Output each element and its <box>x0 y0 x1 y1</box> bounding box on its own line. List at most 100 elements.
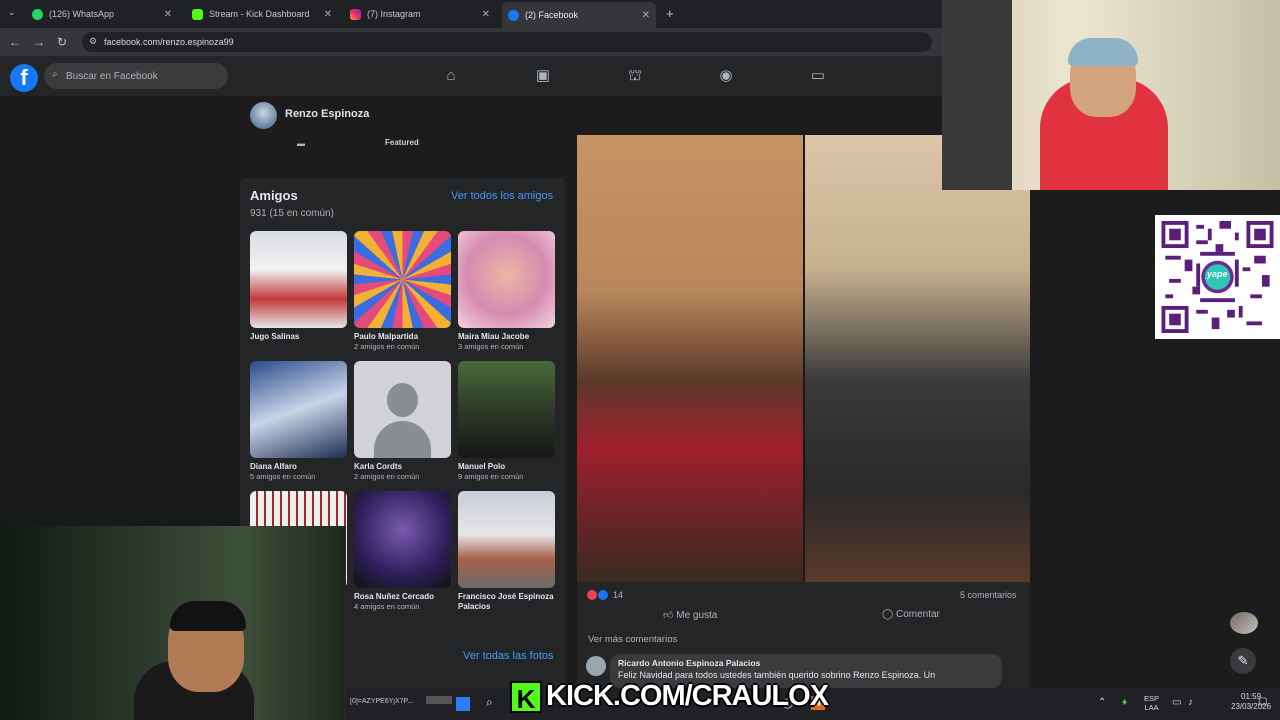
tab-kick[interactable]: Stream - Kick Dashboard ✕ <box>186 4 338 24</box>
contact-avatar[interactable] <box>1230 612 1258 634</box>
tab-list-icon[interactable]: ⌄ <box>8 7 16 18</box>
gaming-icon[interactable]: ▭ <box>809 67 827 85</box>
home-icon[interactable]: ⌂ <box>442 67 460 85</box>
friend-mutual: 2 amigos en común <box>354 342 420 351</box>
tab-label: (2) Facebook <box>525 10 579 20</box>
friend-photo[interactable] <box>354 491 451 588</box>
see-all-friends-link[interactable]: Ver todos los amigos <box>451 190 553 202</box>
friend-mutual: 9 amigos en común <box>458 472 524 481</box>
friend-card[interactable]: Karla Cordts 2 amigos en común <box>354 361 451 482</box>
windows-start-icon[interactable] <box>456 697 470 711</box>
profile-avatar[interactable] <box>250 102 277 129</box>
friend-photo[interactable] <box>250 231 347 328</box>
see-all-photos-link[interactable]: Ver todas las fotos <box>463 650 554 662</box>
instagram-icon <box>350 8 361 20</box>
post-photo[interactable] <box>577 135 1030 582</box>
marketplace-icon[interactable]: ⛫ <box>626 67 644 85</box>
close-tab-icon[interactable]: ✕ <box>642 10 650 21</box>
network-icon[interactable]: ▭ <box>1172 697 1181 708</box>
friend-mutual: 5 amigos en común <box>250 472 316 481</box>
kick-channel-banner: KICK.COM/CRAULOX <box>546 680 829 712</box>
browser-tab-bar: ⌄ (126) WhatsApp ✕ Stream - Kick Dashboa… <box>0 0 942 28</box>
clipboard-box <box>426 696 452 704</box>
more-comments-link[interactable]: Ver más comentarios <box>588 634 677 645</box>
friend-card[interactable]: Paulo Malpartida 2 amigos en común <box>354 231 451 352</box>
friend-name[interactable]: Jugo Salinas <box>250 332 347 342</box>
comments-count[interactable]: 5 comentarios <box>960 590 1017 600</box>
search-icon[interactable]: ⌕ <box>486 695 493 710</box>
featured-tab[interactable]: Featured <box>385 138 419 147</box>
friend-photo[interactable] <box>354 231 451 328</box>
url-text: facebook.com/renzo.espinoza99 <box>104 37 234 47</box>
comment-icon: ◯ <box>882 609 894 620</box>
friend-name[interactable]: Rosa Nuñez Cercado <box>354 592 451 602</box>
comment-button[interactable]: ◯ Comentar <box>882 609 940 620</box>
commenter-avatar[interactable] <box>586 656 606 676</box>
tab-facebook[interactable]: (2) Facebook ✕ <box>502 2 656 28</box>
forward-icon[interactable]: → <box>33 35 45 49</box>
facebook-logo[interactable]: f <box>10 64 38 92</box>
tray-chevron-icon[interactable]: ⌃ <box>1098 697 1106 708</box>
tab-instagram[interactable]: (7) Instagram ✕ <box>344 4 496 24</box>
back-icon[interactable]: ← <box>9 35 21 49</box>
friend-photo[interactable] <box>458 231 555 328</box>
close-tab-icon[interactable]: ✕ <box>482 9 490 20</box>
friend-card[interactable]: Diana Alfaro 5 amigos en común <box>250 361 347 482</box>
address-bar: ← → ↻ ⚙ facebook.com/renzo.espinoza99 <box>0 28 942 56</box>
new-message-icon[interactable]: ✎ <box>1230 648 1256 674</box>
facebook-icon <box>508 9 519 21</box>
search-placeholder: Buscar en Facebook <box>66 70 158 82</box>
person-cap <box>170 601 246 631</box>
lang-sub: LAA <box>1144 703 1159 712</box>
friends-count: 931 (15 en común) <box>250 208 334 219</box>
whatsapp-icon <box>32 8 43 20</box>
friend-card[interactable]: Francisco José Espinoza Palacios <box>458 491 555 612</box>
friend-mutual: 4 amigos en común <box>354 602 420 611</box>
friend-mutual: 2 amigos en común <box>354 472 420 481</box>
friend-name[interactable]: Manuel Polo <box>458 462 555 472</box>
groups-icon[interactable]: ◉ <box>717 67 735 85</box>
comment-author[interactable]: Ricardo Antonio Espinoza Palacios <box>618 658 760 668</box>
reaction-count[interactable]: 14 <box>613 590 623 600</box>
video-icon[interactable]: ▣ <box>534 67 552 85</box>
friend-photo[interactable] <box>458 361 555 458</box>
volume-icon[interactable]: ♪ <box>1188 697 1193 708</box>
friend-name[interactable]: Paulo Malpartida <box>354 332 451 342</box>
tab-label: (7) Instagram <box>367 9 421 19</box>
new-tab-icon[interactable]: + <box>666 6 674 21</box>
reload-icon[interactable]: ↻ <box>57 35 67 49</box>
kick-icon <box>192 8 203 20</box>
post-photo-left <box>577 135 803 582</box>
friend-name[interactable]: Karla Cordts <box>354 462 451 472</box>
default-avatar-icon[interactable] <box>354 361 451 458</box>
friend-name[interactable]: Francisco José Espinoza Palacios <box>458 592 555 612</box>
mic-icon[interactable]: ♦ <box>1122 697 1127 708</box>
like-reaction-icon <box>598 590 608 600</box>
notification-icon[interactable]: ▢ <box>1258 696 1267 707</box>
options-icon[interactable]: ▬ <box>297 139 305 148</box>
url-field[interactable]: ⚙ facebook.com/renzo.espinoza99 <box>82 32 932 52</box>
friend-card[interactable]: Rosa Nuñez Cercado 4 amigos en común <box>354 491 451 612</box>
site-info-icon[interactable]: ⚙ <box>89 36 97 47</box>
like-button[interactable]: 👍︎ Me gusta <box>663 609 717 621</box>
clipboard-text: [0]=AZYPE6YjX7P... <box>350 698 414 705</box>
friend-photo[interactable] <box>250 361 347 458</box>
close-tab-icon[interactable]: ✕ <box>324 9 332 20</box>
comment-label: Comentar <box>895 609 940 620</box>
search-icon: ⌕ <box>52 69 58 80</box>
profile-name[interactable]: Renzo Espinoza <box>285 108 369 120</box>
friend-card[interactable]: Jugo Salinas <box>250 231 347 342</box>
friend-name[interactable]: Diana Alfaro <box>250 462 347 472</box>
webcam-overlay-right <box>942 0 1280 190</box>
close-tab-icon[interactable]: ✕ <box>164 9 172 20</box>
language-indicator[interactable]: ESP LAA <box>1144 694 1159 712</box>
friend-card[interactable]: Manuel Polo 9 amigos en común <box>458 361 555 482</box>
friend-photo[interactable] <box>458 491 555 588</box>
friend-name[interactable]: Maira Miau Jacobe <box>458 332 555 342</box>
friend-card[interactable]: Maira Miau Jacobe 3 amigos en común <box>458 231 555 352</box>
tab-label: Stream - Kick Dashboard <box>209 9 310 19</box>
like-label: Me gusta <box>676 610 718 621</box>
search-input[interactable]: ⌕ Buscar en Facebook <box>44 63 228 89</box>
yape-qr-code: yape <box>1155 215 1280 339</box>
tab-whatsapp[interactable]: (126) WhatsApp ✕ <box>26 4 178 24</box>
